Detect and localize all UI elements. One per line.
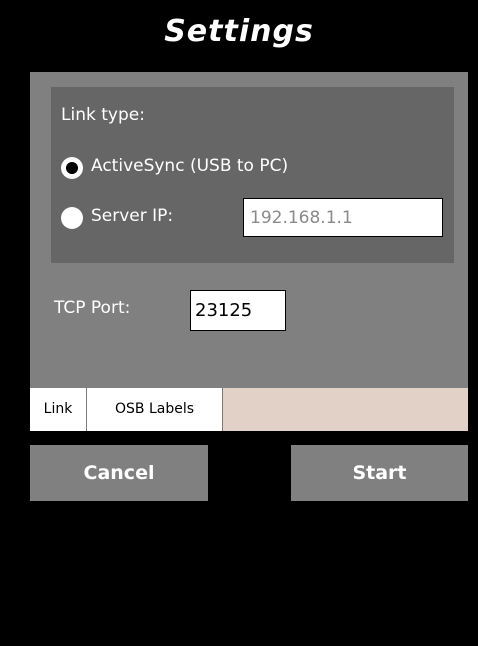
- cancel-button[interactable]: Cancel: [30, 445, 208, 501]
- link-type-label: Link type:: [61, 105, 145, 125]
- tab-osb-labels[interactable]: OSB Labels: [87, 388, 223, 431]
- link-type-group: Link type: ActiveSync (USB to PC) Server…: [51, 87, 454, 263]
- activesync-label[interactable]: ActiveSync (USB to PC): [91, 156, 288, 176]
- settings-screen: Settings Link type: ActiveSync (USB to P…: [0, 0, 478, 646]
- tab-strip: Link OSB Labels: [30, 388, 468, 431]
- tcp-port-input[interactable]: [190, 290, 286, 331]
- start-button[interactable]: Start: [291, 445, 468, 501]
- server-ip-input[interactable]: [243, 198, 443, 237]
- page-title: Settings: [164, 14, 314, 49]
- server-ip-radio[interactable]: [61, 207, 83, 229]
- tab-link[interactable]: Link: [30, 388, 87, 431]
- tcp-port-label: TCP Port:: [54, 298, 131, 318]
- link-settings-panel: Link type: ActiveSync (USB to PC) Server…: [30, 72, 468, 409]
- activesync-radio[interactable]: [61, 157, 83, 179]
- server-ip-label[interactable]: Server IP:: [91, 206, 173, 226]
